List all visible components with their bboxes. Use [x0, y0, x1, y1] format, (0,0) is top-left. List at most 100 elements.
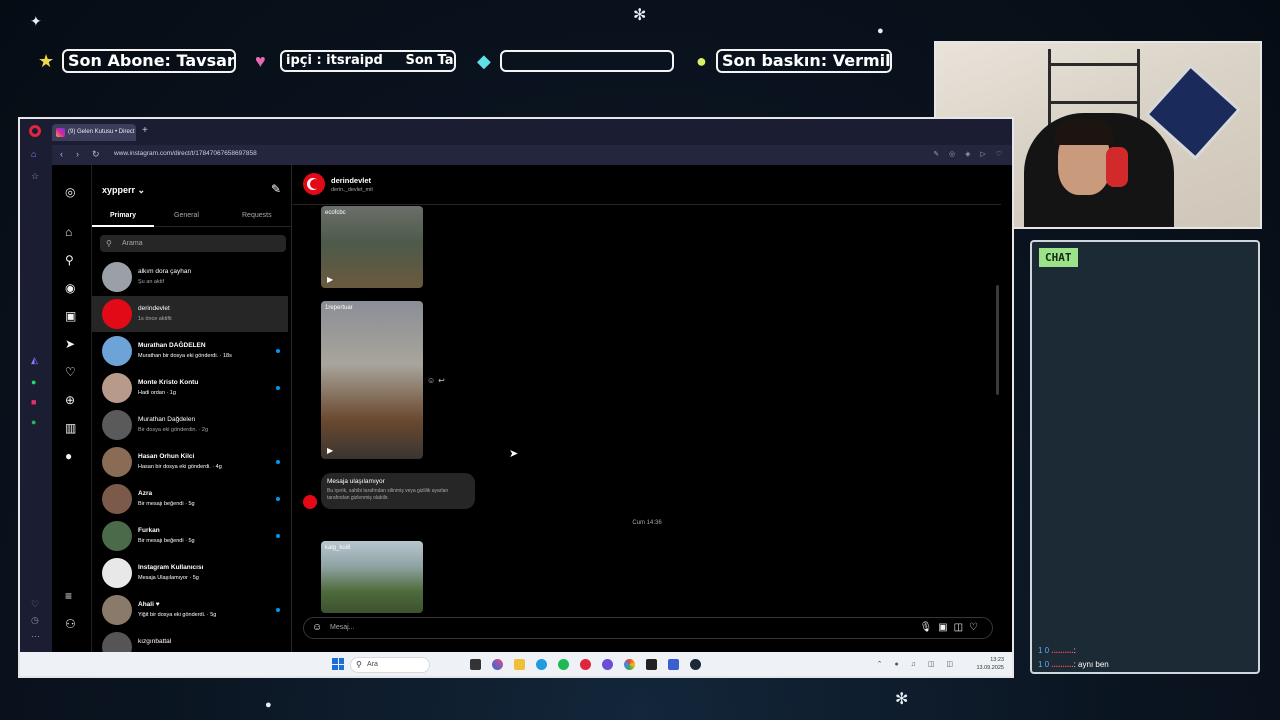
shared-reel[interactable]: kaig_koi8	[321, 541, 423, 613]
dashboard-icon[interactable]: ▥	[65, 421, 76, 435]
explore-icon[interactable]: ◉	[65, 281, 75, 295]
conversation-preview: Şu an aktif	[138, 279, 164, 285]
unread-dot	[276, 534, 280, 538]
stream-chat-panel: CHAT 1 0 ..........: 1 0 ..........: ayn…	[1030, 240, 1260, 674]
instagram-favicon-icon	[56, 128, 65, 137]
home-icon[interactable]: ⌂	[65, 225, 72, 239]
heart-icon[interactable]: ♡	[31, 599, 39, 610]
instagram-icon[interactable]: ■	[31, 397, 36, 407]
profile-avatar[interactable]: ●	[65, 449, 72, 463]
reel-icon: ▶	[327, 275, 334, 284]
spotify-icon[interactable]	[558, 659, 569, 670]
emoji-icon[interactable]: ☺	[312, 622, 322, 633]
task-view-icon[interactable]	[470, 659, 481, 670]
empty-alert-pill	[500, 50, 674, 72]
meta-icon[interactable]: ⚇	[65, 617, 76, 631]
avatar	[102, 595, 132, 625]
discord-icon[interactable]	[602, 659, 613, 670]
tab-requests[interactable]: Requests	[242, 212, 272, 219]
headset-icon	[1106, 147, 1128, 187]
system-tray[interactable]: ⌃ ● ♫ ◫ ◫	[877, 660, 958, 668]
composer-tools[interactable]: 🎙▣◫♡	[919, 622, 984, 633]
mouse-cursor: ➤	[509, 448, 519, 460]
conversation-name: Monte Kristo Kontu	[138, 379, 199, 386]
conversation-item[interactable]: Hasan Orhun Kilci Hasan bir dosya eki gön…	[92, 444, 288, 480]
search-icon[interactable]: ⚲	[65, 253, 74, 267]
file-explorer-icon[interactable]	[514, 659, 525, 670]
reload-icon[interactable]: ↻	[92, 149, 100, 160]
chrome-icon[interactable]	[624, 659, 635, 670]
message-input[interactable]: Mesaj...	[330, 624, 355, 631]
aria-icon[interactable]: ◭	[31, 355, 38, 366]
steam-icon[interactable]	[690, 659, 701, 670]
conversation-item[interactable]: Ahali ♥ Yiğit bir dosya eki gönderdi. · 5…	[92, 592, 288, 628]
conversation-item[interactable]: Instagram Kullanıcısı Mesaja Ulaşılamıyor…	[92, 555, 288, 591]
conversation-name: derindevlet	[138, 305, 170, 312]
conversation-item[interactable]: alkım dora çayhan Şu an aktif	[92, 259, 288, 295]
account-switcher[interactable]: xypperr ⌄	[102, 185, 145, 196]
new-tab-button[interactable]: +	[142, 125, 148, 136]
messages-icon[interactable]: ➤	[65, 337, 75, 351]
taskbar-clock[interactable]: 13:23 13.09.2025	[976, 656, 1004, 672]
conversation-preview: Bir mesajı beğendi · 5g	[138, 501, 195, 507]
unread-dot	[276, 349, 280, 353]
conversation-name: kızgınbattal	[138, 638, 172, 645]
conversation-item[interactable]: Furkan Bir mesajı beğendi · 5g	[92, 518, 288, 554]
tab-primary[interactable]: Primary	[110, 212, 136, 219]
unavailable-message: Mesaja ulaşılamıyor Bu içerik, sahibi ta…	[321, 473, 475, 509]
search-input[interactable]: ⚲ Arama	[100, 235, 286, 252]
avatar	[102, 521, 132, 551]
app-icon[interactable]	[668, 659, 679, 670]
address-bar-tools[interactable]: ✎ ◎ ◈ ▷ ♡	[933, 150, 1006, 158]
shared-reel[interactable]: 1repertuar ▶	[321, 301, 423, 459]
forward-icon[interactable]: ›	[76, 149, 79, 159]
browser-tabbar: (9) Gelen Kutusu • Direct +	[20, 119, 1012, 145]
avatar	[102, 373, 132, 403]
copilot-icon[interactable]	[492, 659, 503, 670]
reel-icon: ▶	[327, 446, 334, 455]
conversation-preview: Bir mesajı beğendi · 5g	[138, 538, 195, 544]
conversation-item[interactable]: derindevlet 1s önce aktifti	[92, 296, 288, 332]
opera-icon[interactable]	[580, 659, 591, 670]
reels-icon[interactable]: ▣	[65, 309, 76, 323]
notifications-icon[interactable]: ♡	[65, 365, 76, 379]
conversation-item[interactable]: Murathan DAĞDELEN Murathan bir dosya eki …	[92, 333, 288, 369]
donor-follow-ticker: ipçi : itsraipd Son Takipç :	[280, 50, 456, 72]
message-thread: derindevlet derin._devlet_mit ecofcbc ▶ …	[293, 165, 1001, 652]
url-field[interactable]: www.instagram.com/direct/t/1784706765869…	[114, 150, 257, 157]
start-button[interactable]	[332, 658, 344, 670]
star-icon: ★	[38, 51, 55, 71]
avatar	[102, 558, 132, 588]
thread-header[interactable]: derindevlet derin._devlet_mit	[293, 165, 1001, 205]
conversation-name: alkım dora çayhan	[138, 268, 192, 275]
conversation-item[interactable]: Murathan Dağdelen Bir dosya eki gönderdin…	[92, 407, 288, 443]
edge-icon[interactable]	[536, 659, 547, 670]
history-icon[interactable]: ◷	[31, 615, 39, 626]
taskbar-search[interactable]: ⚲ Ara	[350, 657, 430, 673]
star-icon[interactable]: ☆	[31, 171, 39, 182]
conversation-name: Murathan Dağdelen	[138, 416, 196, 423]
menu-icon[interactable]: ≡	[65, 589, 72, 603]
more-icon[interactable]: ⋯	[31, 631, 40, 642]
conversation-item[interactable]: Azra Bir mesajı beğendi · 5g	[92, 481, 288, 517]
spotify-icon[interactable]: ●	[31, 417, 36, 427]
conversation-item[interactable]: Monte Kristo Kontu Hadi ordan · 1g	[92, 370, 288, 406]
unread-dot	[276, 497, 280, 501]
instagram-logo-icon[interactable]: ◎	[65, 185, 75, 199]
conversation-name: Ahali ♥	[138, 601, 160, 608]
terminal-icon[interactable]	[646, 659, 657, 670]
scrollbar[interactable]	[996, 285, 999, 395]
avatar	[102, 299, 132, 329]
browser-tab[interactable]: (9) Gelen Kutusu • Direct	[52, 124, 136, 141]
heart-icon: ♥	[255, 51, 266, 71]
message-actions[interactable]: ☺↩	[427, 376, 448, 385]
shared-reel[interactable]: ecofcbc ▶	[321, 206, 423, 288]
back-icon[interactable]: ‹	[60, 149, 63, 159]
tab-general[interactable]: General	[174, 212, 199, 219]
message-composer[interactable]: ☺ Mesaj... 🎙▣◫♡	[303, 617, 993, 639]
home-icon[interactable]: ⌂	[31, 149, 36, 159]
conversation-name: Hasan Orhun Kilci	[138, 453, 195, 460]
whatsapp-icon[interactable]: ●	[31, 377, 36, 387]
compose-icon[interactable]: ✎	[271, 182, 281, 196]
create-icon[interactable]: ⊕	[65, 393, 75, 407]
